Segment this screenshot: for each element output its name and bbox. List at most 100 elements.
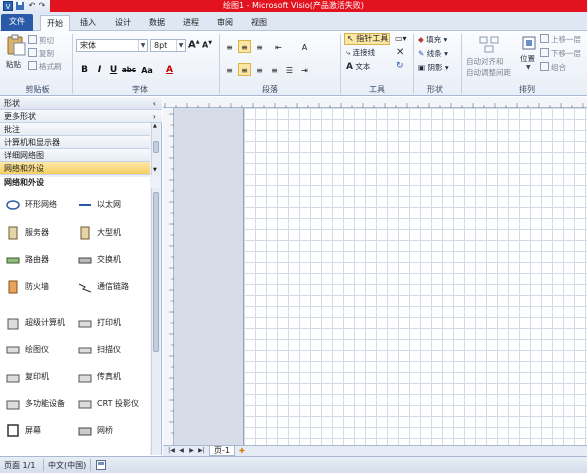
shapes-pane: 形状 ‹ 更多形状 › 批注 计算机和显示器 详细网络图 网络和外设 ▲ ▼ 网… <box>0 97 162 455</box>
tab-view[interactable]: 视图 <box>245 15 273 31</box>
shape-scanner[interactable]: 扫描仪 <box>78 341 121 359</box>
scroll-down-icon[interactable]: ▼ <box>153 167 157 173</box>
shrink-font-button[interactable]: A▼ <box>202 40 214 52</box>
tab-process[interactable]: 进程 <box>177 15 205 31</box>
scrollbar-thumb[interactable] <box>153 192 159 352</box>
tab-design[interactable]: 设计 <box>109 15 137 31</box>
shape-supercomputer[interactable]: 超级计算机 <box>6 314 65 332</box>
stencil-detailed-network[interactable]: 详细网络图 <box>0 149 150 162</box>
shape-plotter[interactable]: 绘图仪 <box>6 341 49 359</box>
shape-bridge[interactable]: 网桥 <box>78 422 113 440</box>
text-tool-button[interactable]: A 文本 <box>346 61 370 72</box>
pointer-tool-button[interactable]: ↖ 指针工具 <box>344 33 390 45</box>
tab-home[interactable]: 开始 <box>40 15 70 32</box>
printer-icon <box>78 316 92 330</box>
drawing-page-grid[interactable] <box>243 108 587 445</box>
shape-screen[interactable]: 屏幕 <box>6 422 41 440</box>
text-direction-button[interactable]: A <box>298 40 311 53</box>
increase-indent-button[interactable]: ⇥ <box>298 63 311 76</box>
tab-insert[interactable]: 插入 <box>74 15 102 31</box>
rectangle-icon[interactable]: ▭▾ <box>395 34 407 43</box>
copy-button[interactable]: 复制 <box>28 48 54 59</box>
language-status[interactable]: 中文(中国) <box>48 460 86 471</box>
position-icon[interactable] <box>522 36 536 50</box>
tab-data[interactable]: 数据 <box>143 15 171 31</box>
fill-button[interactable]: ◆ 填充 ▾ <box>418 34 447 45</box>
shape-printer[interactable]: 打印机 <box>78 314 121 332</box>
shadow-button[interactable]: ▣ 阴影 ▾ <box>418 62 449 73</box>
justify-button[interactable]: ≡ <box>268 63 281 76</box>
auto-align-icon[interactable] <box>478 34 500 54</box>
align-right-button[interactable]: ≡ <box>253 63 266 76</box>
line-button[interactable]: ✎ 线条 ▾ <box>418 48 448 59</box>
bullets-button[interactable]: ☰ <box>283 63 296 76</box>
fax-icon <box>78 370 92 384</box>
tab-page-1[interactable]: 页-1 <box>209 446 235 456</box>
bring-forward-button[interactable]: 上移一层 <box>540 34 581 45</box>
scroll-up-icon[interactable]: ▲ <box>153 123 157 129</box>
bold-button[interactable]: B <box>78 64 91 77</box>
shape-switch[interactable]: 交换机 <box>78 251 121 269</box>
align-top-button[interactable]: ≡ <box>223 40 236 53</box>
shape-crt-projector[interactable]: CRT 投影仪 <box>78 395 139 413</box>
italic-button[interactable]: I <box>93 64 106 77</box>
page-number-status[interactable]: 页面 1/1 <box>4 460 35 471</box>
stencil-computers-monitors[interactable]: 计算机和显示器 <box>0 136 150 149</box>
align-center-button[interactable]: ≡ <box>238 63 251 76</box>
previous-page-icon[interactable]: ◀ <box>177 446 186 456</box>
font-size-select[interactable]: 8pt ▼ <box>150 39 186 52</box>
next-page-icon[interactable]: ▶ <box>187 446 196 456</box>
status-bar: 页面 1/1 中文(中国) <box>0 456 587 473</box>
last-page-icon[interactable]: ▶| <box>197 446 206 456</box>
insert-page-icon[interactable]: ✚ <box>239 446 251 456</box>
shape-server[interactable]: 服务器 <box>6 224 49 242</box>
stencil-network-peripherals[interactable]: 网络和外设 <box>0 162 150 175</box>
bridge-icon <box>78 424 92 438</box>
tab-review[interactable]: 审阅 <box>211 15 239 31</box>
align-bottom-button[interactable]: ≡ <box>253 40 266 53</box>
align-middle-button[interactable]: ≡ <box>238 40 251 53</box>
grow-font-button[interactable]: A▲ <box>188 39 200 51</box>
connector-button[interactable]: ⤷ 连接线 <box>346 47 375 58</box>
shape-fax[interactable]: 传真机 <box>78 368 121 386</box>
shape-router[interactable]: 路由器 <box>6 251 49 269</box>
shape-copier[interactable]: 复印机 <box>6 368 49 386</box>
macro-record-icon[interactable] <box>96 460 106 473</box>
auto-align-button[interactable]: 自动对齐和 <box>466 56 504 67</box>
rotate-icon[interactable]: ↻ <box>396 61 404 71</box>
group-button[interactable]: 组合 <box>540 62 566 73</box>
page-tabs-bar: |◀ ◀ ▶ ▶| 页-1 ✚ <box>163 445 587 456</box>
position-button[interactable]: 位置 <box>520 53 535 64</box>
close-icon[interactable]: ✕ <box>396 47 404 58</box>
shape-comm-link[interactable]: 通信链路 <box>78 278 129 296</box>
divider <box>219 34 220 94</box>
underline-button[interactable]: U <box>107 64 120 77</box>
format-painter-button[interactable]: 格式刷 <box>28 61 62 72</box>
shape-multifunction-device[interactable]: 多功能设备 <box>6 395 65 413</box>
paste-icon[interactable] <box>5 34 27 56</box>
auto-spacing-label[interactable]: 自动调整间距 <box>466 67 511 78</box>
decrease-indent-button[interactable]: ⇤ <box>272 40 285 53</box>
stencil-list-scrollbar[interactable]: ▲ ▼ <box>151 123 160 175</box>
send-backward-button[interactable]: 下移一层 <box>540 48 581 59</box>
font-color-button[interactable]: A <box>163 64 176 77</box>
change-case-button[interactable]: Aa <box>139 64 155 77</box>
shape-firewall[interactable]: 防火墙 <box>6 278 49 296</box>
paste-button[interactable]: 粘贴 <box>6 59 21 70</box>
more-shapes-menu[interactable]: 更多形状 › <box>0 110 162 123</box>
shape-ethernet[interactable]: 以太网 <box>78 196 121 214</box>
tab-file[interactable]: 文件 <box>1 14 33 31</box>
ethernet-icon <box>78 198 92 212</box>
scrollbar-thumb[interactable] <box>153 141 159 153</box>
shape-mainframe[interactable]: 大型机 <box>78 224 121 242</box>
first-page-icon[interactable]: |◀ <box>167 446 176 456</box>
strikethrough-button[interactable]: abc <box>121 64 137 77</box>
shapes-list-scrollbar[interactable] <box>151 188 160 455</box>
font-name-select[interactable]: 宋体 ▼ <box>76 39 148 52</box>
shape-ring-network[interactable]: 环形网络 <box>6 196 57 214</box>
collapse-pane-icon[interactable]: ‹ <box>153 97 156 110</box>
cut-button[interactable]: 剪切 <box>28 35 54 46</box>
align-left-button[interactable]: ≡ <box>223 63 236 76</box>
stencil-annotations[interactable]: 批注 <box>0 123 150 136</box>
send-backward-icon <box>540 48 549 57</box>
